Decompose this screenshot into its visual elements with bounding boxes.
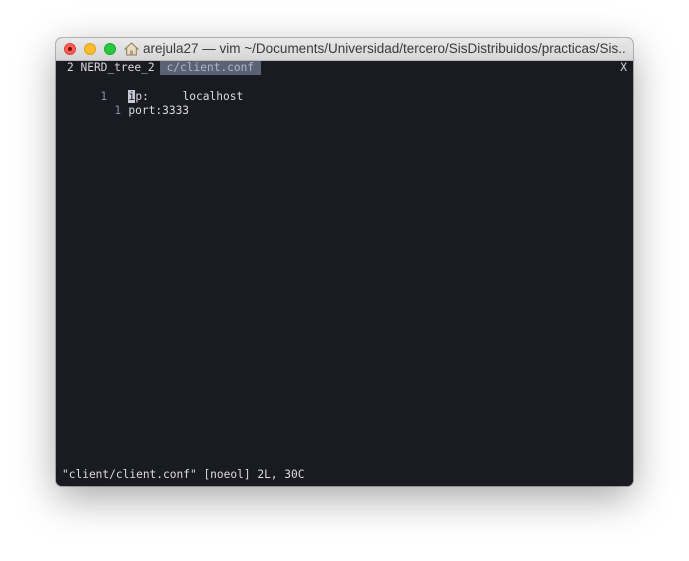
line-text: port:3333 — [128, 104, 190, 117]
zoom-window-button[interactable] — [104, 43, 116, 55]
tab-close-button[interactable]: X — [620, 61, 627, 75]
window-title-text: arejula27 — vim ~/Documents/Universidad/… — [143, 41, 625, 56]
vim-editor[interactable]: 2 NERD_tree_2 c/client.conf X 1 ip: local… — [56, 61, 633, 486]
terminal-window: arejula27 — vim ~/Documents/Universidad/… — [56, 38, 633, 486]
line-number: 1 — [114, 104, 122, 117]
buffer-line[interactable]: 1 port:3333 — [74, 90, 189, 117]
buffer-line[interactable]: 1 ip: localhost — [60, 76, 243, 103]
tab-client-conf[interactable]: c/client.conf — [159, 61, 262, 75]
close-window-button[interactable] — [64, 43, 76, 55]
window-title: arejula27 — vim ~/Documents/Universidad/… — [124, 41, 625, 56]
tab-nerd-tree[interactable]: 2 NERD_tree_2 — [56, 61, 160, 75]
minimize-window-button[interactable] — [84, 43, 96, 55]
vim-tabline: 2 NERD_tree_2 c/client.conf X — [56, 61, 633, 75]
title-bar[interactable]: arejula27 — vim ~/Documents/Universidad/… — [56, 38, 633, 61]
vim-status-message: "client/client.conf" [noeol] 2L, 30C — [62, 468, 305, 481]
home-icon — [124, 41, 139, 55]
window-controls — [64, 43, 116, 55]
